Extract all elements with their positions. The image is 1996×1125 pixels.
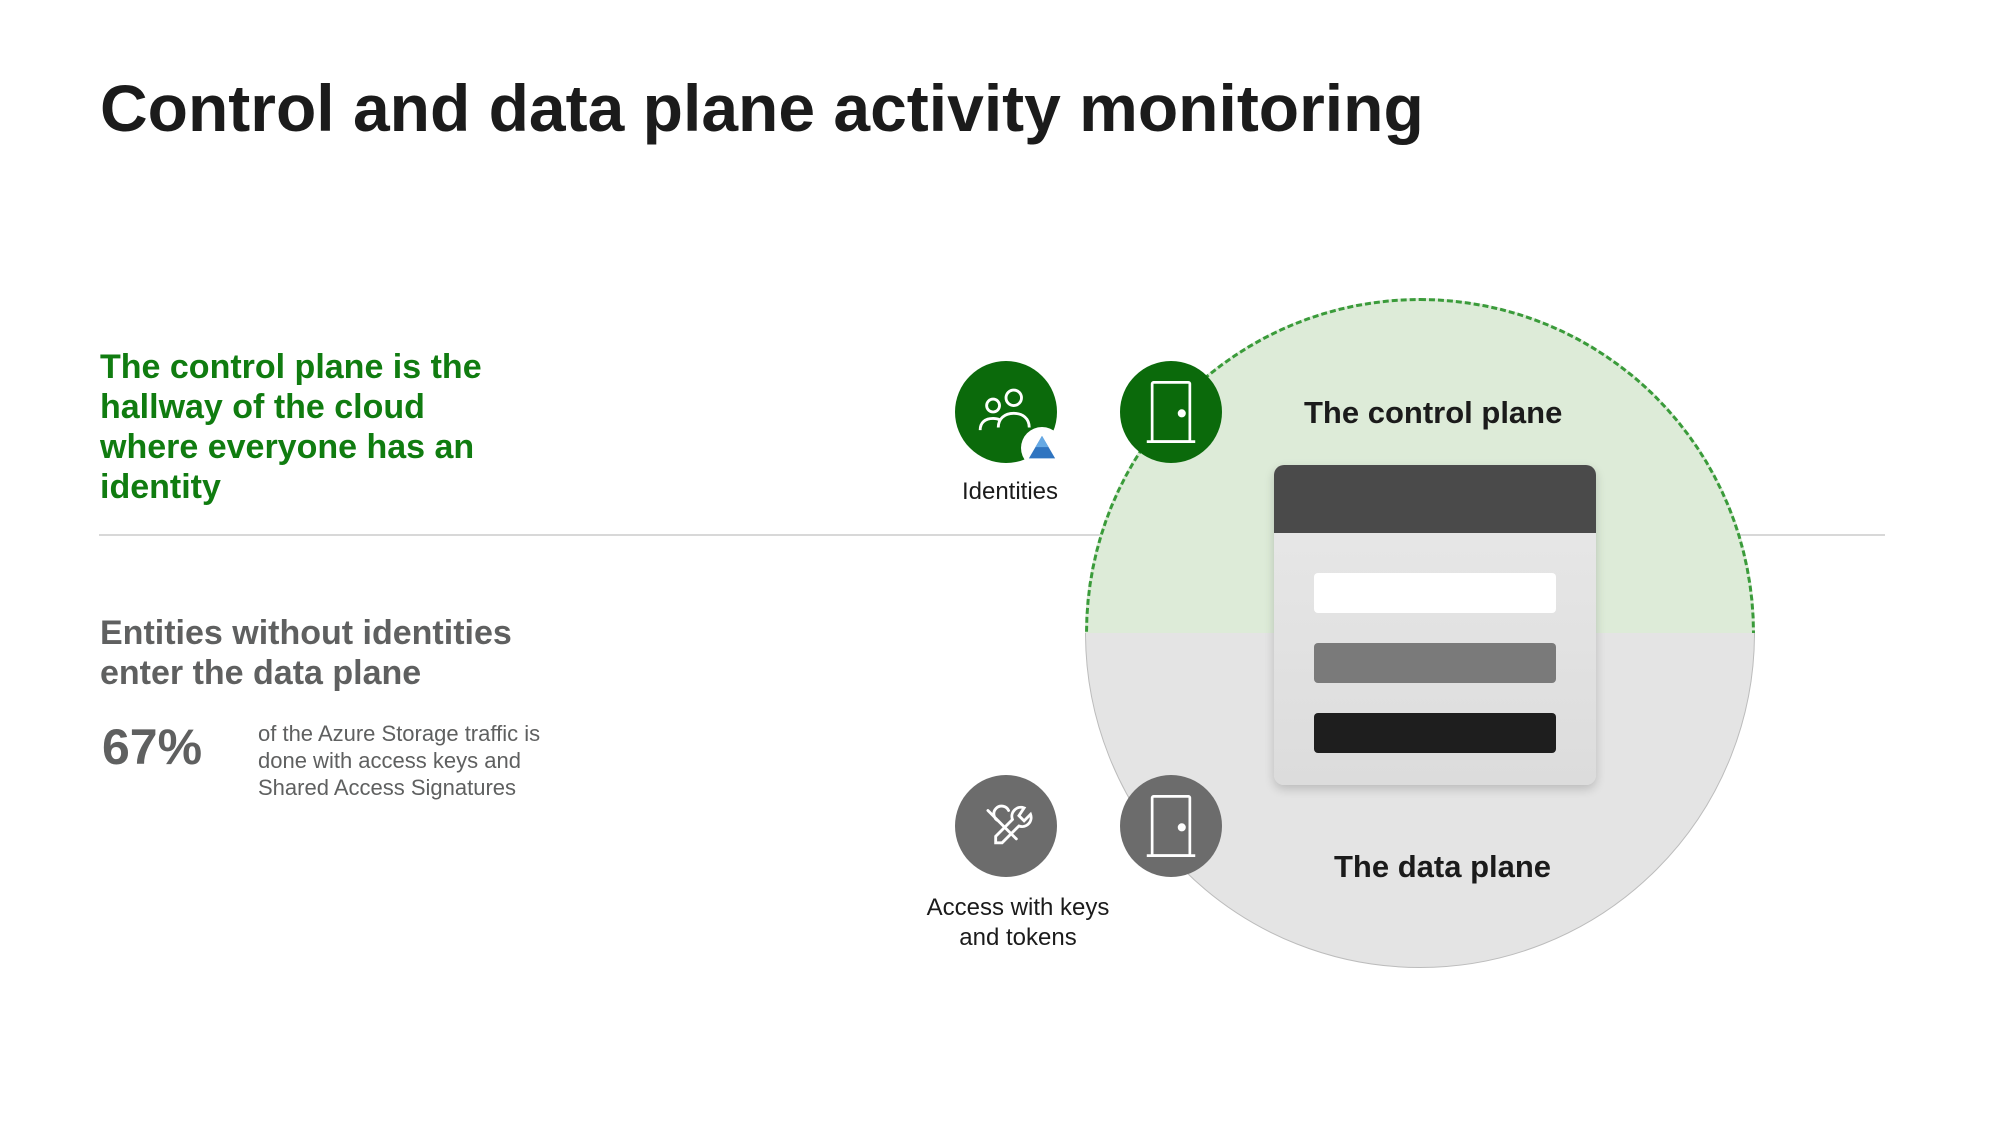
- access-keys-icon: [955, 775, 1057, 877]
- data-plane-stat-description: of the Azure Storage traffic is done wit…: [258, 720, 568, 801]
- control-plane-description: The control plane is the hallway of the …: [100, 347, 530, 507]
- window-titlebar: [1274, 465, 1596, 533]
- data-plane-stat-percent: 67%: [102, 718, 202, 776]
- access-keys-label: Access with keys and tokens: [918, 893, 1118, 953]
- door-icon: [1142, 791, 1200, 861]
- identities-icon: [955, 361, 1057, 463]
- window-row-2: [1314, 643, 1556, 683]
- app-window-illustration: [1274, 465, 1596, 785]
- control-plane-label: The control plane: [1304, 395, 1562, 431]
- azure-ad-badge: [1021, 427, 1063, 469]
- slide: Control and data plane activity monitori…: [0, 0, 1996, 1125]
- identities-label: Identities: [955, 478, 1065, 506]
- data-plane-door-icon: [1120, 775, 1222, 877]
- window-row-3: [1314, 713, 1556, 753]
- key-wrench-icon: [975, 795, 1037, 857]
- door-icon: [1142, 377, 1200, 447]
- control-plane-door-icon: [1120, 361, 1222, 463]
- data-plane-description: Entities without identities enter the da…: [100, 613, 550, 693]
- data-plane-label: The data plane: [1334, 849, 1551, 885]
- page-title: Control and data plane activity monitori…: [100, 70, 1424, 146]
- window-row-1: [1314, 573, 1556, 613]
- azure-ad-icon: [1027, 433, 1057, 463]
